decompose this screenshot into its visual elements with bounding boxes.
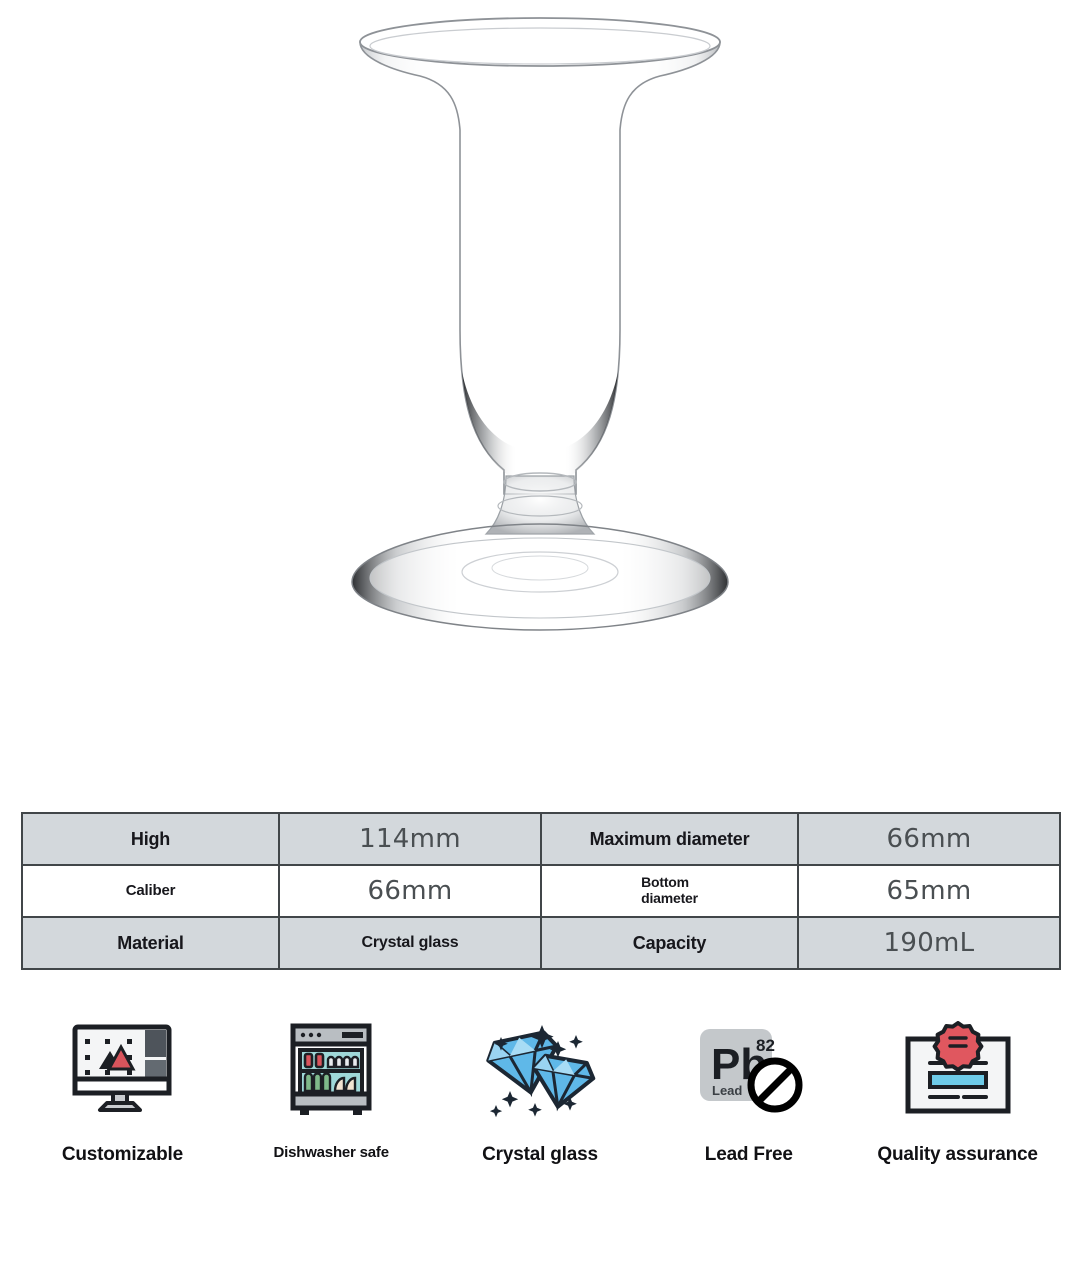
feature-crystal-glass: Crystal glass [441,1010,639,1166]
product-detail-page: High 114mm Maximum diameter 66mm Caliber… [0,0,1080,1280]
feature-label: Customizable [61,1144,183,1165]
table-row: Material Crystal glass Capacity 190mL [21,916,1061,970]
spec-value-high: 114mm [278,812,542,866]
feature-label: Quality assurance [877,1144,1038,1165]
table-row: Caliber 66mm Bottom diameter 65mm [21,864,1061,918]
glass-rim [359,17,721,67]
monitor-design-icon [69,1010,175,1128]
feature-lead-free: Pb 82 Lead Lead Free [650,1010,848,1166]
specification-table: High 114mm Maximum diameter 66mm Caliber… [21,812,1061,970]
spec-label-capacity: Capacity [540,916,799,970]
spec-label-maximum-diameter: Maximum diameter [540,812,799,866]
feature-dishwasher-safe: Dishwasher safe [232,1010,430,1161]
value-text: 66mm [886,824,972,854]
dishwasher-icon [288,1010,374,1128]
product-hero-image [0,0,1080,800]
value-text: 190mL [883,928,975,958]
spec-value-maximum-diameter: 66mm [797,812,1061,866]
spec-label-material: Material [21,916,280,970]
lead-element-name-text: Lead [712,1083,742,1098]
lead-free-icon: Pb 82 Lead [694,1010,804,1128]
label-text: Material [117,932,184,953]
table-row: High 114mm Maximum diameter 66mm [21,812,1061,866]
spec-label-high: High [21,812,280,866]
foot-top-surface [369,537,711,619]
lead-atomic-number-text: 82 [756,1036,775,1055]
label-text: Caliber [125,882,176,899]
certificate-icon [902,1010,1014,1128]
label-line-2: diameter [641,890,698,907]
spec-value-material: Crystal glass [278,916,542,970]
label-text: Maximum diameter [589,828,750,849]
value-text: 66mm [367,876,453,906]
label-text: Capacity [632,932,707,953]
spec-value-caliber: 66mm [278,864,542,918]
feature-quality-assurance: Quality assurance [859,1010,1057,1166]
feature-label: Lead Free [704,1144,793,1165]
label-line-1: Bottom [641,873,689,890]
label-text: High [130,828,171,849]
feature-label: Crystal glass [482,1144,598,1165]
spec-label-bottom-diameter: Bottom diameter [540,864,799,918]
feature-label: Dishwasher safe [273,1144,389,1161]
label-text: Bottom diameter [641,874,698,906]
spec-value-capacity: 190mL [797,916,1061,970]
value-text: Crystal glass [361,934,459,951]
feature-badge-strip: Customizable Dishwasher safe Crystal gla… [0,1010,1080,1166]
spec-value-bottom-diameter: 65mm [797,864,1061,918]
value-text: 114mm [359,824,461,854]
spec-label-caliber: Caliber [21,864,280,918]
glass-bowl [359,23,721,495]
feature-customizable: Customizable [23,1010,221,1166]
whisky-glass-illustration [351,17,729,631]
diamonds-sparkle-icon [484,1010,596,1128]
value-text: 65mm [886,876,972,906]
